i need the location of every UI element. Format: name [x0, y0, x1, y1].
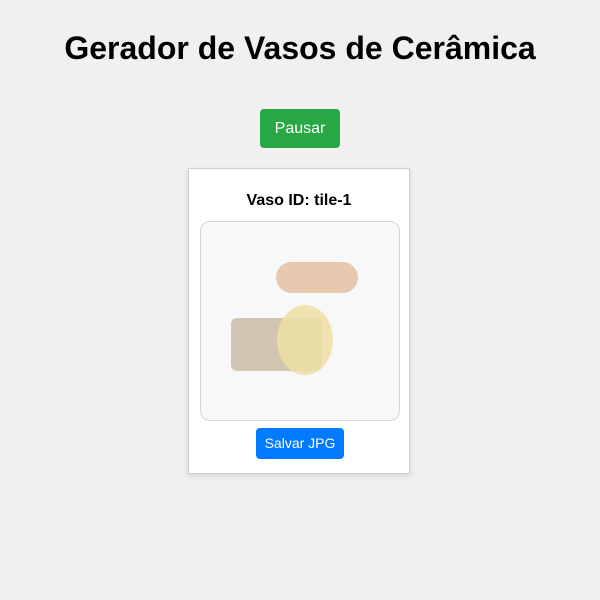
page-title: Gerador de Vasos de Cerâmica [64, 30, 536, 66]
vase-shape-ellipse [277, 305, 333, 375]
vase-card: Vaso ID: tile-1 Salvar JPG [188, 168, 410, 474]
pause-button[interactable]: Pausar [260, 109, 340, 148]
save-jpg-button[interactable]: Salvar JPG [256, 428, 344, 459]
vase-shape-pill [276, 262, 358, 293]
vase-id-label: Vaso ID: tile-1 [246, 192, 352, 209]
vase-art [231, 262, 358, 375]
vase-canvas [200, 221, 400, 421]
